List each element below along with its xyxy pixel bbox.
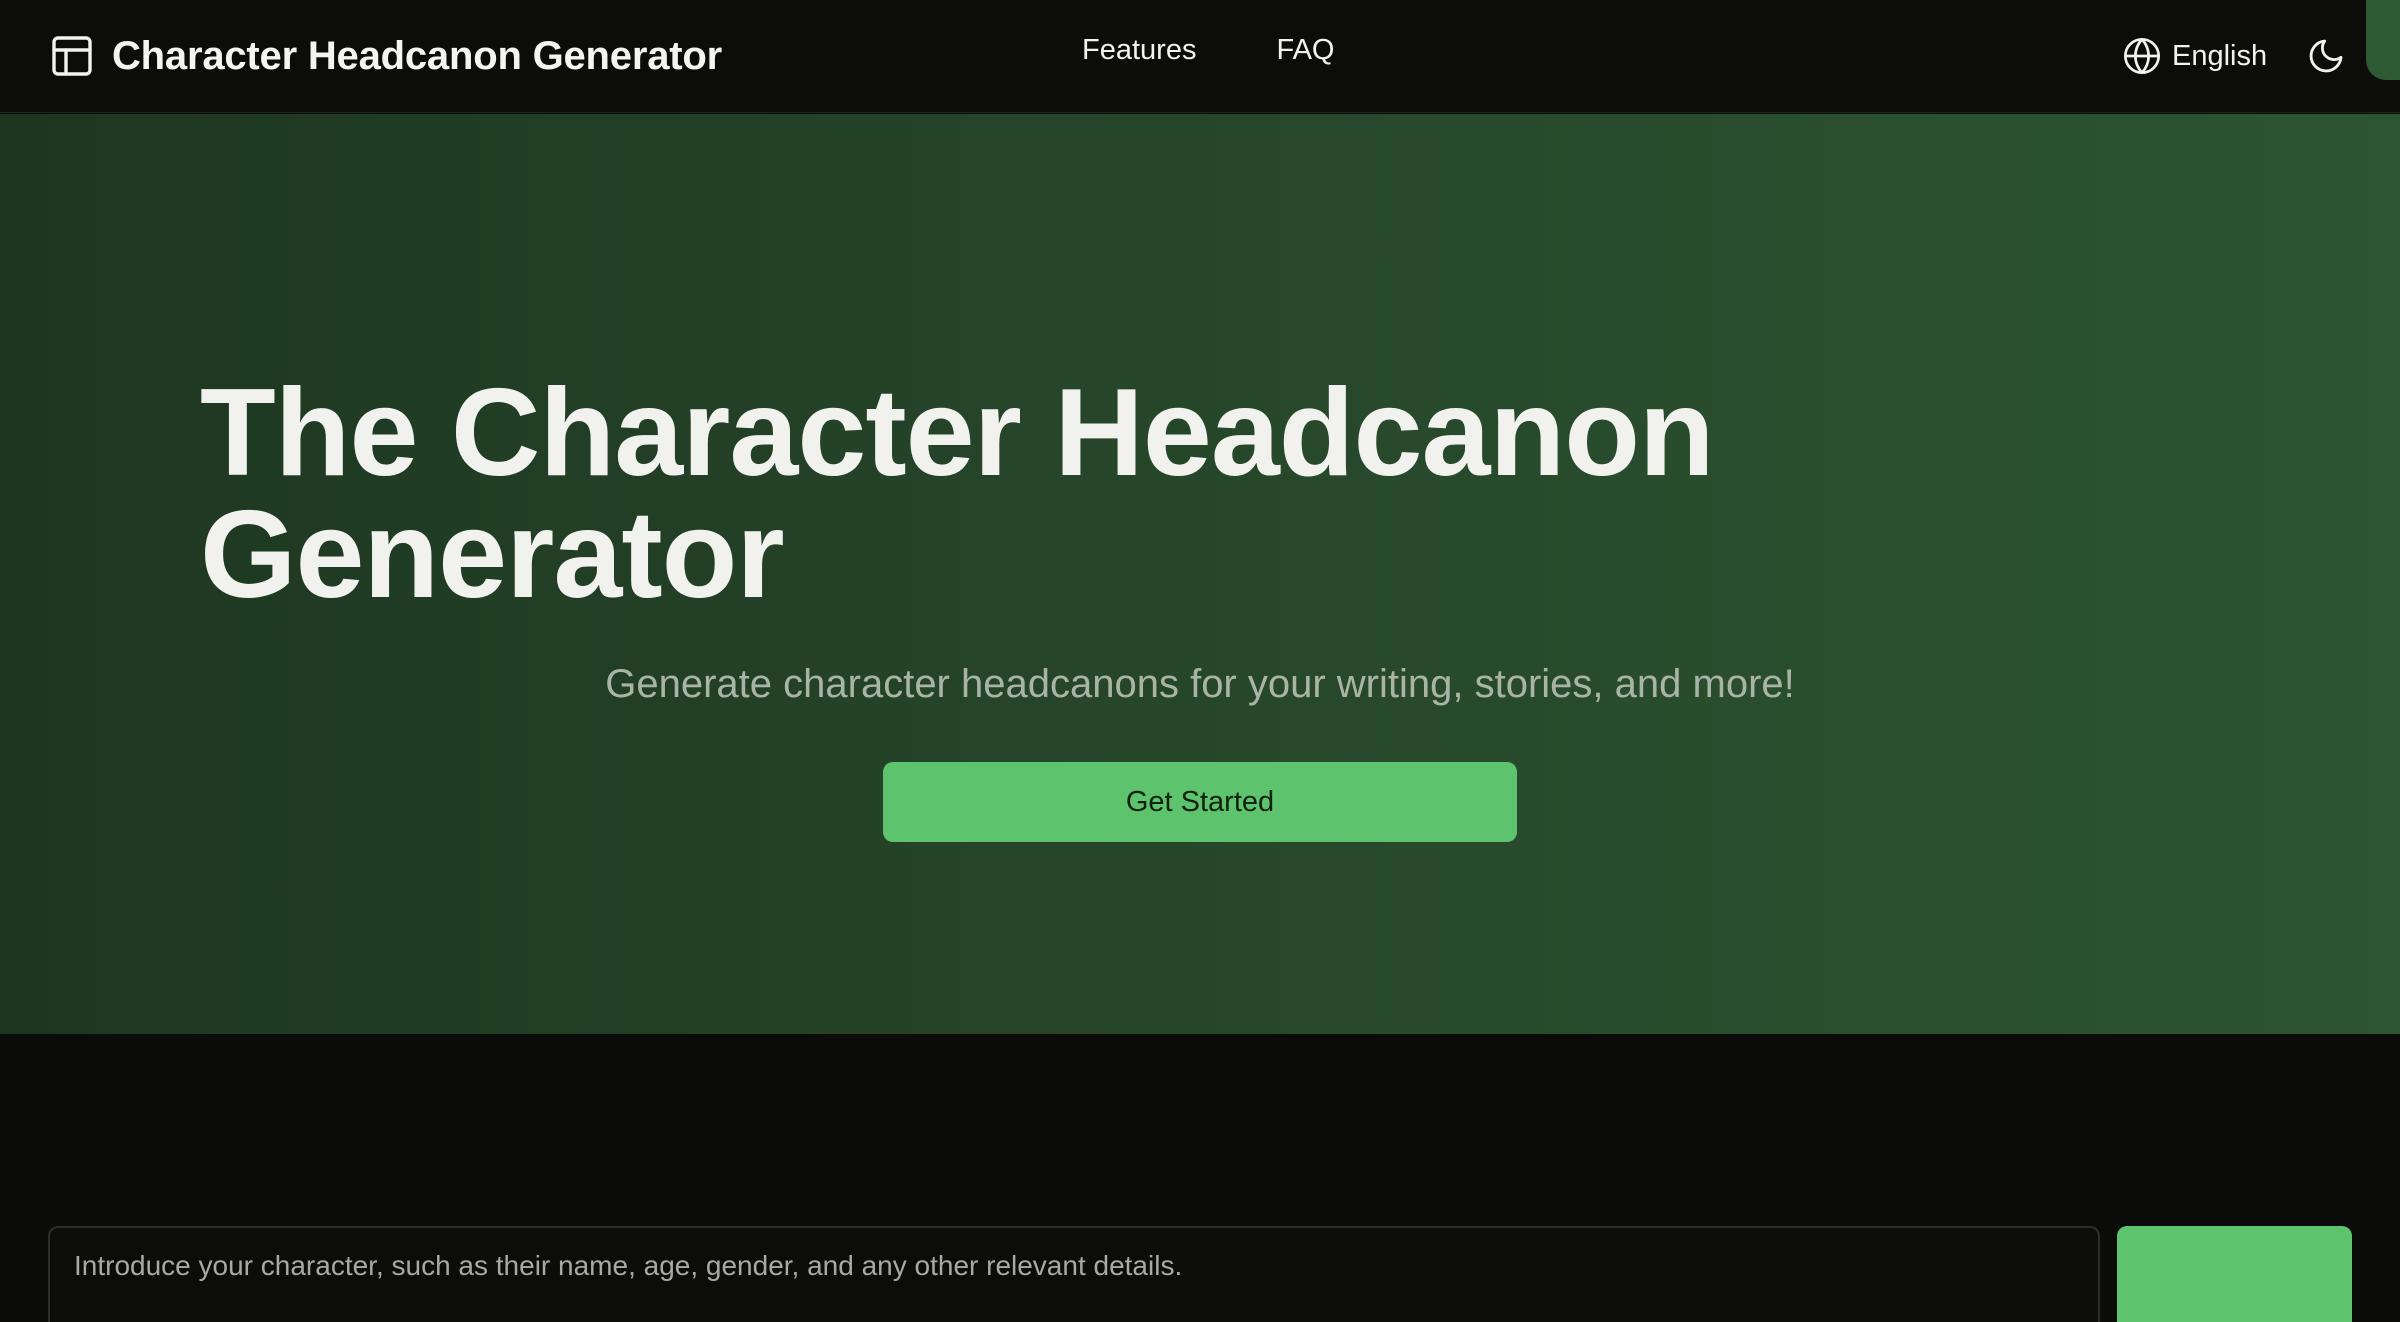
layout-panel-icon [48, 32, 96, 80]
nav-link-features[interactable]: Features [1082, 34, 1196, 67]
hero-section: The Character Headcanon Generator Genera… [0, 114, 2400, 1034]
character-description-input[interactable] [48, 1226, 2100, 1322]
main-nav: Features FAQ [1082, 34, 1334, 67]
generate-button[interactable] [2117, 1226, 2352, 1322]
language-label: English [2172, 39, 2268, 72]
side-tab[interactable] [2366, 0, 2400, 80]
get-started-button[interactable]: Get Started [883, 762, 1517, 842]
theme-toggle-button[interactable] [2306, 36, 2346, 76]
navbar: Character Headcanon Generator Features F… [0, 0, 2400, 113]
brand-link[interactable]: Character Headcanon Generator [48, 28, 722, 84]
nav-link-faq[interactable]: FAQ [1276, 34, 1334, 67]
language-selector[interactable]: English [2122, 34, 2267, 78]
moon-icon [2306, 36, 2346, 76]
hero-subtitle: Generate character headcanons for your w… [605, 662, 1795, 706]
hero-title: The Character Headcanon Generator [200, 364, 1715, 624]
site-title: Character Headcanon Generator [112, 33, 722, 78]
globe-icon [2122, 36, 2162, 76]
